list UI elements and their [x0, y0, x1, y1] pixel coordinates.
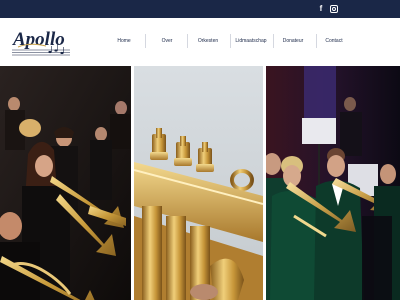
apollo-logo[interactable]: Apollo	[10, 22, 72, 60]
photo-trumpet-closeup[interactable]	[134, 66, 263, 300]
nav-divider	[145, 34, 146, 48]
nav-donateur[interactable]: Donateur	[278, 35, 308, 47]
instagram-icon-lens	[332, 7, 336, 11]
nav-orkesten[interactable]: Orkesten	[192, 35, 224, 47]
nav-divider	[316, 34, 317, 48]
site-header: Apollo Home Over Orkesten Lidmaatschap D…	[0, 18, 400, 65]
svg-text:Apollo: Apollo	[12, 29, 65, 50]
instagram-icon[interactable]	[328, 3, 340, 15]
nav-contact[interactable]: Contact	[320, 35, 348, 47]
nav-lidmaatschap[interactable]: Lidmaatschap	[233, 35, 269, 47]
top-bar: f	[0, 0, 400, 18]
nav-divider	[187, 34, 188, 48]
nav-home[interactable]: Home	[110, 35, 138, 47]
photo-brass-band[interactable]	[0, 66, 131, 300]
green-uniforms-image	[266, 66, 400, 300]
trumpet-closeup-image	[134, 66, 263, 300]
photo-green-uniforms[interactable]	[266, 66, 400, 300]
brass-band-image	[0, 66, 131, 300]
photo-gallery	[0, 66, 400, 300]
logo-graphic: Apollo	[12, 29, 70, 56]
nav-over[interactable]: Over	[153, 35, 181, 47]
facebook-icon[interactable]: f	[315, 3, 327, 15]
nav-divider	[273, 34, 274, 48]
nav-divider	[230, 34, 231, 48]
